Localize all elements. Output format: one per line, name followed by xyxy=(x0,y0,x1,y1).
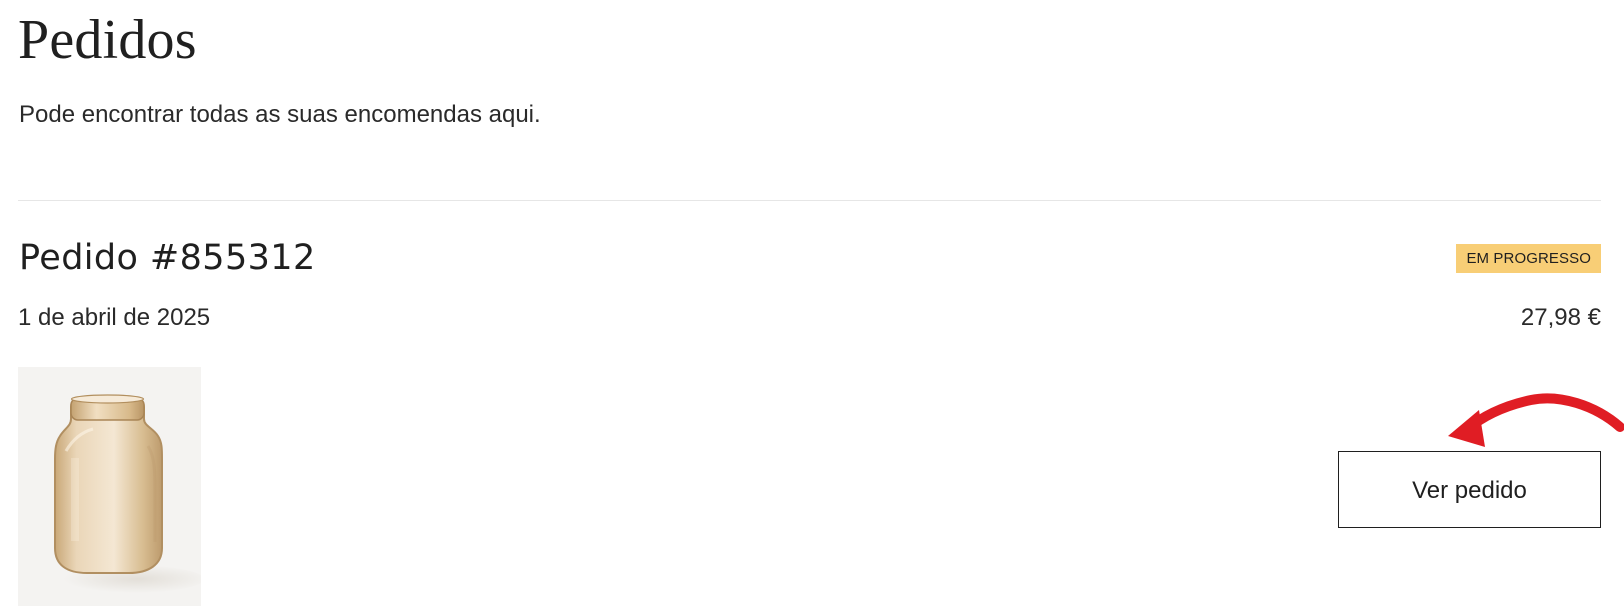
orders-page: Pedidos Pode encontrar todas as suas enc… xyxy=(18,0,1601,606)
order-total: 27,98 € xyxy=(1520,304,1601,331)
page-title: Pedidos xyxy=(18,9,197,71)
red-curved-arrow-icon xyxy=(1448,393,1624,447)
view-order-button[interactable]: Ver pedido xyxy=(1338,451,1601,528)
order-date: 1 de abril de 2025 xyxy=(18,304,211,331)
page-subtitle: Pode encontrar todas as suas encomendas … xyxy=(19,101,541,128)
order-title: Pedido #855312 xyxy=(19,238,316,278)
product-thumbnail[interactable] xyxy=(18,367,201,606)
amber-glass-vase-image xyxy=(18,367,201,606)
status-badge: EM PROGRESSO xyxy=(1456,244,1601,273)
orders-divider xyxy=(18,200,1601,201)
